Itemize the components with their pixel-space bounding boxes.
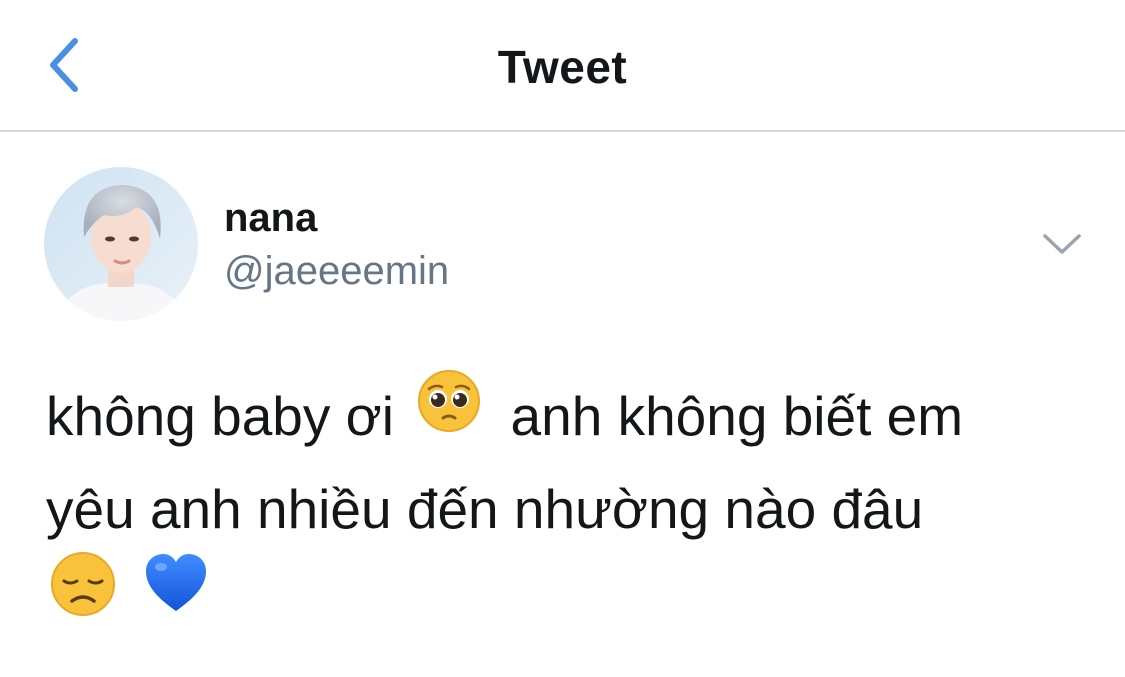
chevron-down-icon [1043,234,1081,254]
tweet-text-segment: không baby ơi [46,385,394,447]
pleading-face-emoji [417,369,481,459]
tweet-text: không baby ơi anh không biết em yêu anh … [46,369,1086,649]
tweet-options-button[interactable] [1036,224,1088,264]
blue-heart-emoji [143,551,209,643]
tweet-text-segment: anh không biết em [510,385,964,447]
tweet-emoji-line [46,551,1086,648]
tweet-text-line: yêu anh nhiều đến nhường nào đâu [46,478,924,541]
page-title: Tweet [497,41,628,93]
navigation-bar: Tweet [0,0,1125,132]
avatar[interactable] [44,167,198,321]
tweet-text-line: không baby ơi anh không biết em [46,369,1086,465]
disappointed-face-emoji [50,551,116,643]
author-display-name[interactable]: nana [224,196,317,241]
author-handle[interactable]: @jaeeeemin [224,249,449,294]
